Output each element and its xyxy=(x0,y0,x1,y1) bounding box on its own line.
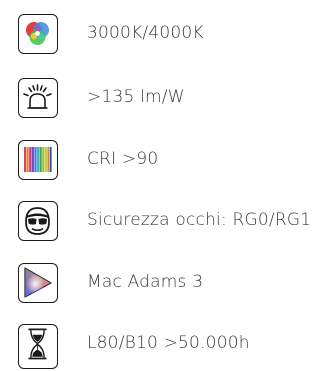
safety-goggles-face-icon xyxy=(18,201,58,241)
spec-row-eye-safety: Sicurezza occhi: RG0/RG1 xyxy=(18,201,327,245)
spec-list: 3000K/4000K >135 lm/W CRI >90 Sicurezza … xyxy=(0,0,327,371)
color-gamut-icon xyxy=(18,263,58,303)
light-bulb-icon xyxy=(18,78,58,118)
spec-text: >135 lm/W xyxy=(87,87,185,107)
spec-row-color-temperature: 3000K/4000K xyxy=(18,14,327,58)
color-bars-icon xyxy=(18,140,58,180)
spec-text: CRI >90 xyxy=(87,149,159,169)
spec-text: Sicurezza occhi: RG0/RG1 xyxy=(87,210,312,230)
spec-row-lifetime: L80/B10 >50.000h xyxy=(18,324,327,369)
spec-row-efficiency: >135 lm/W xyxy=(18,78,327,122)
spec-text: 3000K/4000K xyxy=(87,23,204,43)
spec-row-mac-adams: Mac Adams 3 xyxy=(18,263,327,307)
spec-text: Mac Adams 3 xyxy=(87,272,204,292)
rgb-color-icon xyxy=(18,14,58,54)
hourglass-icon xyxy=(18,324,58,369)
spec-text: L80/B10 >50.000h xyxy=(87,333,250,353)
spec-row-cri: CRI >90 xyxy=(18,140,327,184)
